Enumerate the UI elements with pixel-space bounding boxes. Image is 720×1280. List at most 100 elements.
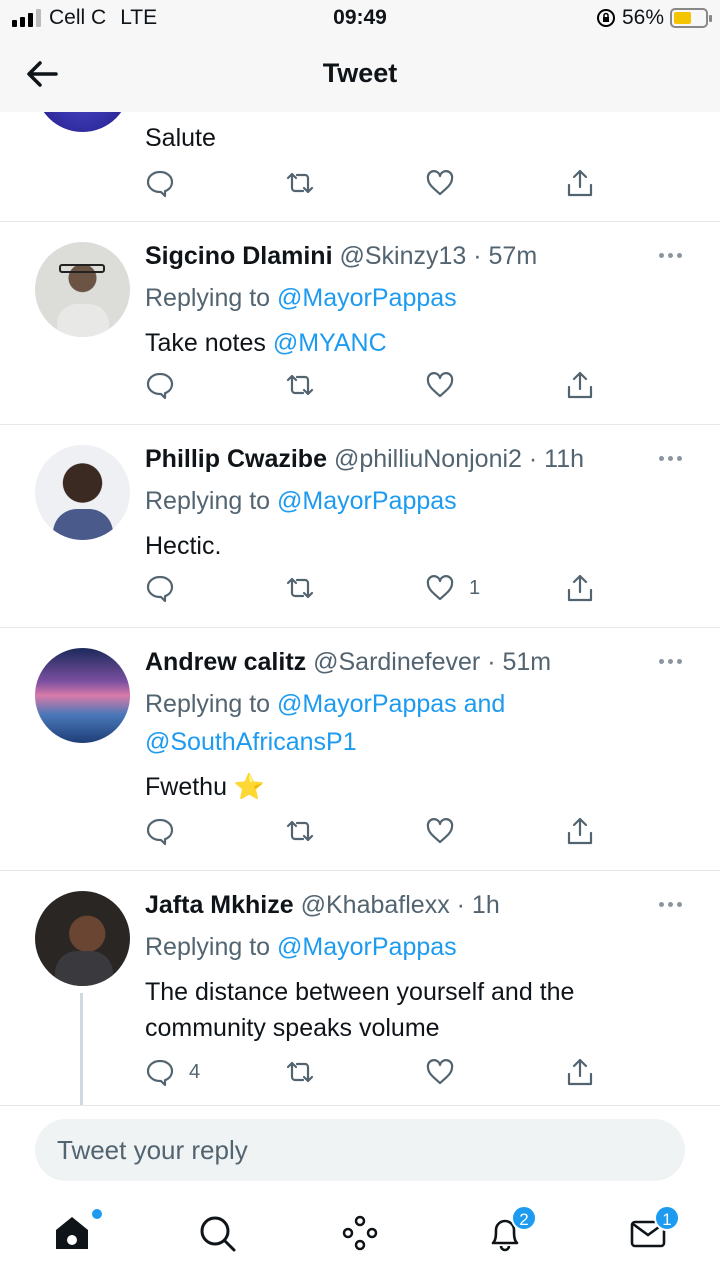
heart-icon [426,818,454,844]
more-options-icon[interactable] [659,659,682,664]
tab-search[interactable] [197,1213,241,1257]
status-bar: Cell C LTE 09:49 56% [0,0,720,38]
replying-to: Replying to @MayorPappas [145,933,457,961]
header: Tweet [0,38,720,112]
like-button[interactable] [425,370,455,400]
tweet-text: Hectic. [145,532,222,560]
tab-notifications[interactable]: 2 [485,1205,537,1257]
retweet-icon [286,374,314,396]
avatar[interactable] [35,112,130,132]
like-count: 1 [469,576,481,599]
battery-percent: 56% [621,6,664,29]
heart-icon [426,170,454,196]
replying-to: Replying to @MayorPappas [145,284,457,312]
reply-icon [146,818,174,846]
tweet-time: 57m [488,242,538,270]
avatar[interactable] [35,648,130,743]
more-options-icon[interactable] [659,456,682,461]
reply-icon [146,372,174,400]
share-button[interactable] [565,573,595,603]
notifications-badge: 2 [511,1205,537,1231]
tweet-text: The distance between yourself and the co… [145,978,575,1042]
share-button[interactable] [565,370,595,400]
replying-to: Replying to @MayorPappas [145,487,457,515]
more-options-icon[interactable] [659,902,682,907]
author-handle[interactable]: @Skinzy13 [339,242,466,270]
new-content-dot [92,1209,102,1219]
share-icon [567,1058,593,1086]
heart-icon [426,575,454,601]
reply-button[interactable] [145,573,175,603]
reply-icon [146,575,174,603]
tweet-time: 11h [544,445,585,473]
avatar[interactable] [35,242,130,337]
reply-button[interactable] [145,816,175,846]
more-options-icon[interactable] [659,253,682,258]
bottom-tab-bar: 2 1 [0,1195,720,1280]
reply-button[interactable] [145,168,175,198]
reply-mention[interactable]: @MayorPappas [277,284,457,312]
author-handle[interactable]: @philliuNonjoni2 [334,445,522,473]
tweet-text: Take notes @MYANC [145,329,387,357]
meta-separator: · [466,242,489,270]
tweet-item[interactable]: Andrew calitz @Sardinefever · 51m Replyi… [0,628,720,871]
tweet-item[interactable]: Sigcino Dlamini @Skinzy13 · 57m Replying… [0,222,720,425]
retweet-icon [286,577,314,599]
mention-link[interactable]: @MYANC [273,329,387,357]
reply-feed[interactable]: Salute Sigcino Dlamini @Skinzy13 · 57m R… [0,112,720,1105]
like-button[interactable] [425,816,455,846]
reply-mention[interactable]: @MayorPappas [277,933,457,961]
author-name[interactable]: Andrew calitz [145,648,306,676]
author-name[interactable]: Jafta Mkhize [145,891,294,919]
heart-icon [426,1059,454,1085]
meta-separator: · [449,891,472,919]
tweet-time: 51m [502,648,552,676]
battery-icon [670,8,712,28]
author-handle[interactable]: @Sardinefever [313,648,480,676]
retweet-button[interactable] [285,816,315,846]
reply-mention[interactable]: @MayorPappas [277,487,457,515]
retweet-icon [286,172,314,194]
retweet-button[interactable] [285,1057,315,1087]
share-icon [567,817,593,845]
retweet-button[interactable] [285,370,315,400]
tweet-text: Salute [145,124,216,152]
avatar[interactable] [35,891,130,986]
retweet-icon [286,1061,314,1083]
share-button[interactable] [565,816,595,846]
reply-count: 4 [189,1060,201,1083]
share-button[interactable] [565,1057,595,1087]
reply-icon [146,170,174,198]
tweet-text: Fwethu ⭐ [145,773,266,801]
replying-to: Replying to @MayorPappas and @SouthAfric… [145,690,506,756]
author-handle[interactable]: @Khabaflexx [301,891,450,919]
tweet-item[interactable]: Salute [0,112,720,222]
divider [0,1105,720,1106]
reply-button[interactable]: 4 [145,1057,200,1087]
retweet-button[interactable] [285,573,315,603]
reply-input[interactable] [35,1119,685,1181]
retweet-button[interactable] [285,168,315,198]
author-name[interactable]: Sigcino Dlamini [145,242,333,270]
meta-separator: · [480,648,503,676]
tweet-item[interactable]: Phillip Cwazibe @philliuNonjoni2 · 11h R… [0,425,720,628]
share-icon [567,371,593,399]
like-button[interactable] [425,168,455,198]
orientation-lock-icon [596,9,615,27]
share-button[interactable] [565,168,595,198]
like-button[interactable] [425,1057,455,1087]
tweet-item[interactable]: Jafta Mkhize @Khabaflexx · 1h Replying t… [0,871,720,1105]
reply-button[interactable] [145,370,175,400]
tab-spaces[interactable] [340,1213,384,1257]
page-title: Tweet [322,58,398,88]
heart-icon [426,372,454,398]
tab-home[interactable] [52,1209,102,1257]
author-name[interactable]: Phillip Cwazibe [145,445,327,473]
retweet-icon [286,820,314,842]
search-icon [200,1216,236,1252]
meta-separator: · [521,445,545,473]
avatar[interactable] [35,445,130,540]
tab-messages[interactable]: 1 [628,1205,680,1257]
like-button[interactable]: 1 [425,573,480,603]
reply-composer[interactable] [35,1119,685,1181]
